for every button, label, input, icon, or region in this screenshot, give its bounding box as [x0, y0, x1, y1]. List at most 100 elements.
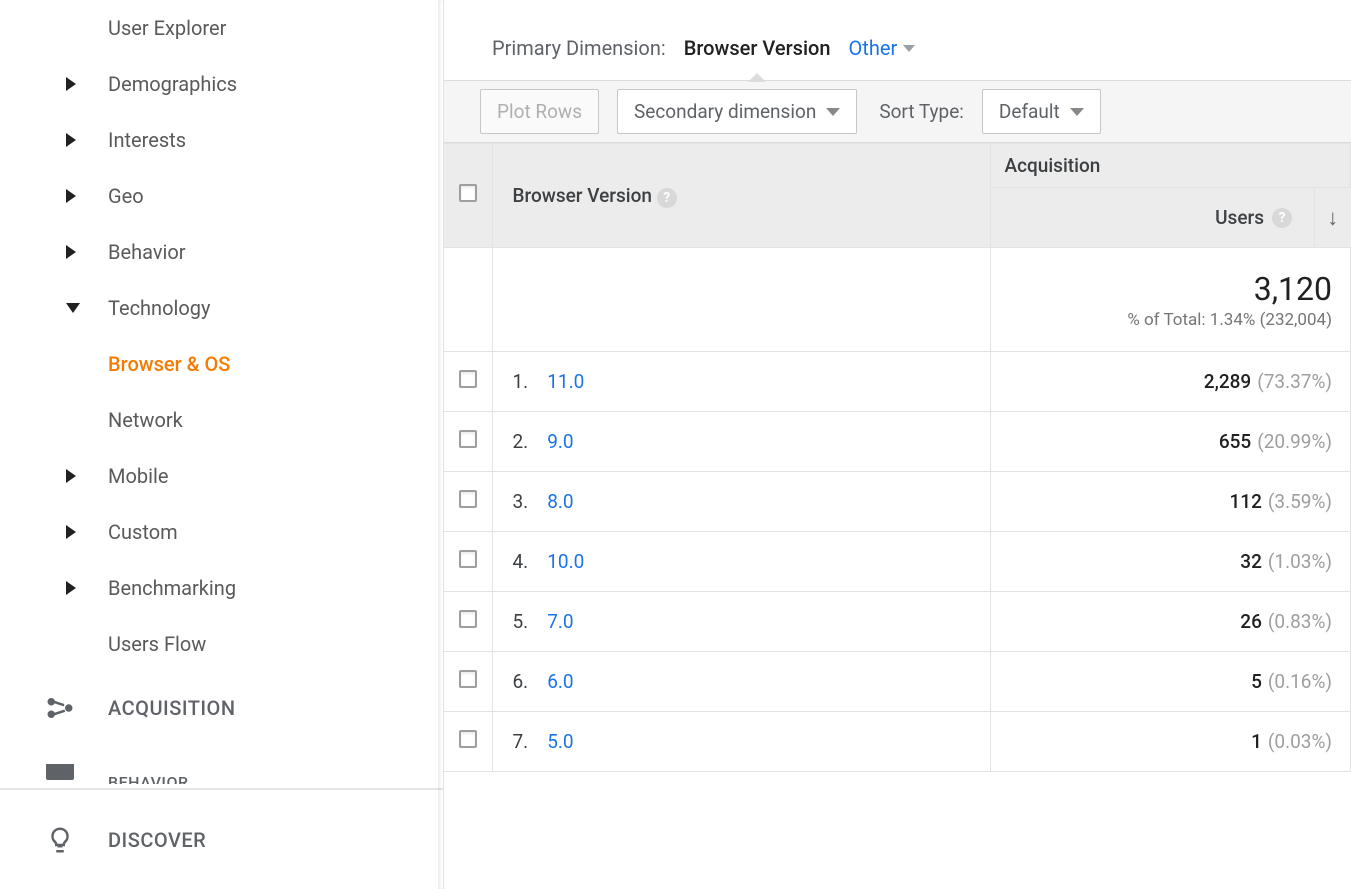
- row-checkbox[interactable]: [459, 670, 477, 688]
- table-header-users[interactable]: Users ?: [990, 188, 1315, 248]
- summary-users-pct: % of Total: 1.34% (232,004): [992, 310, 1333, 330]
- sidebar-section-discover[interactable]: DISCOVER: [0, 789, 443, 889]
- browser-version-link[interactable]: 8.0: [547, 490, 573, 513]
- summary-users-total: 3,120: [1254, 270, 1332, 308]
- sidebar: User Explorer Demographics Interests Geo Beh…: [0, 0, 444, 889]
- help-icon[interactable]: ?: [1272, 208, 1292, 228]
- browser-version-link[interactable]: 5.0: [547, 730, 573, 753]
- plot-rows-label: Plot Rows: [497, 100, 582, 123]
- primary-dimension-current[interactable]: Browser Version: [684, 36, 831, 60]
- sidebar-item-browser-os[interactable]: Browser & OS: [0, 336, 443, 392]
- table-header-sort[interactable]: ↓: [1315, 188, 1351, 248]
- row-index: 7.: [513, 730, 543, 753]
- users-value: 26: [1240, 610, 1262, 633]
- table-header-acquisition: Acquisition: [990, 144, 1351, 188]
- users-value: 2,289: [1204, 370, 1251, 393]
- sidebar-section-label: DISCOVER: [108, 828, 206, 852]
- row-index: 6.: [513, 670, 543, 693]
- sidebar-item-custom[interactable]: Custom: [0, 504, 443, 560]
- browser-version-link[interactable]: 11.0: [547, 370, 584, 393]
- sidebar-item-label: Custom: [108, 520, 178, 544]
- column-label: Users: [1215, 206, 1264, 229]
- sidebar-section-behavior[interactable]: BEHAVIOR: [0, 764, 443, 784]
- row-index: 1.: [513, 370, 543, 393]
- browser-version-link[interactable]: 10.0: [547, 550, 584, 573]
- table-row: 6. 6.0 5 (0.16%): [444, 652, 1351, 712]
- chevron-down-icon: [903, 45, 915, 52]
- sidebar-item-user-explorer[interactable]: User Explorer: [0, 0, 443, 56]
- lightbulb-icon: [40, 820, 80, 860]
- sidebar-item-users-flow[interactable]: Users Flow: [0, 616, 443, 672]
- sort-type-label: Sort Type:: [879, 100, 964, 123]
- sidebar-item-label: Behavior: [108, 240, 186, 264]
- chevron-down-icon: [826, 108, 840, 116]
- column-group-label: Acquisition: [1005, 154, 1101, 177]
- row-index: 5.: [513, 610, 543, 633]
- chevron-right-icon: [66, 245, 76, 259]
- chevron-right-icon: [66, 189, 76, 203]
- users-value: 1: [1251, 730, 1262, 753]
- table-row: 5. 7.026(0.83%): [444, 592, 1351, 652]
- help-icon[interactable]: ?: [657, 188, 677, 208]
- table-row: 4. 10.032(1.03%): [444, 532, 1351, 592]
- row-checkbox[interactable]: [459, 490, 477, 508]
- row-index: 3.: [513, 490, 543, 513]
- sort-type-value: Default: [999, 100, 1060, 123]
- sidebar-item-demographics[interactable]: Demographics: [0, 56, 443, 112]
- table-row: 2. 9.0655(20.99%): [444, 412, 1351, 472]
- browser-version-link[interactable]: 6.0: [547, 670, 573, 693]
- sidebar-section-label: BEHAVIOR: [108, 773, 189, 784]
- users-value: 112: [1230, 490, 1262, 513]
- users-value: 32: [1240, 550, 1262, 573]
- primary-dimension-bar: Primary Dimension: Browser Version Other: [444, 36, 1351, 80]
- table-row: 7. 5.0 1 (0.03%): [444, 712, 1351, 772]
- sidebar-item-geo[interactable]: Geo: [0, 168, 443, 224]
- sidebar-item-behavior[interactable]: Behavior: [0, 224, 443, 280]
- sidebar-item-label: Network: [108, 408, 183, 432]
- row-index: 2.: [513, 430, 543, 453]
- sidebar-item-label: Interests: [108, 128, 186, 152]
- secondary-dimension-select[interactable]: Secondary dimension: [617, 89, 857, 134]
- browser-version-link[interactable]: 7.0: [547, 610, 573, 633]
- sidebar-section-label: ACQUISITION: [108, 696, 236, 720]
- table-header-browser-version[interactable]: Browser Version ?: [492, 144, 990, 248]
- sidebar-item-network[interactable]: Network: [0, 392, 443, 448]
- sidebar-item-label: Geo: [108, 184, 144, 208]
- sidebar-item-label: Demographics: [108, 72, 237, 96]
- users-pct: (0.16%): [1268, 670, 1332, 693]
- acquisition-icon: [40, 688, 80, 728]
- table-header-checkbox: [444, 144, 492, 248]
- row-checkbox[interactable]: [459, 730, 477, 748]
- sidebar-section-acquisition[interactable]: ACQUISITION: [0, 672, 443, 744]
- sort-type-select[interactable]: Default: [982, 89, 1101, 134]
- table-row: 3. 8.0 112 (3.59%): [444, 472, 1351, 532]
- row-checkbox[interactable]: [459, 430, 477, 448]
- primary-dimension-other[interactable]: Other: [849, 36, 916, 60]
- users-value: 5: [1251, 670, 1262, 693]
- secondary-dimension-label: Secondary dimension: [634, 100, 816, 123]
- chevron-right-icon: [66, 525, 76, 539]
- chevron-down-icon: [1070, 108, 1084, 116]
- users-pct: (3.59%): [1268, 490, 1332, 513]
- users-pct: (0.03%): [1268, 730, 1332, 753]
- sidebar-item-label: Mobile: [108, 464, 168, 488]
- sidebar-item-label: User Explorer: [108, 16, 226, 40]
- sidebar-item-interests[interactable]: Interests: [0, 112, 443, 168]
- sidebar-item-label: Technology: [108, 296, 210, 320]
- row-index: 4.: [513, 550, 543, 573]
- sidebar-item-benchmarking[interactable]: Benchmarking: [0, 560, 443, 616]
- users-value: 655: [1219, 430, 1251, 453]
- browser-version-link[interactable]: 9.0: [547, 430, 573, 453]
- row-checkbox[interactable]: [459, 370, 477, 388]
- row-checkbox[interactable]: [459, 550, 477, 568]
- row-checkbox[interactable]: [459, 610, 477, 628]
- primary-dimension-label: Primary Dimension:: [492, 36, 666, 60]
- chevron-right-icon: [66, 133, 76, 147]
- users-pct: (73.37%): [1257, 370, 1332, 393]
- sidebar-item-label: Users Flow: [108, 632, 206, 656]
- select-all-checkbox[interactable]: [459, 184, 477, 202]
- sidebar-item-technology[interactable]: Technology: [0, 280, 443, 336]
- chevron-right-icon: [66, 581, 76, 595]
- sidebar-item-mobile[interactable]: Mobile: [0, 448, 443, 504]
- plot-rows-button[interactable]: Plot Rows: [480, 89, 599, 134]
